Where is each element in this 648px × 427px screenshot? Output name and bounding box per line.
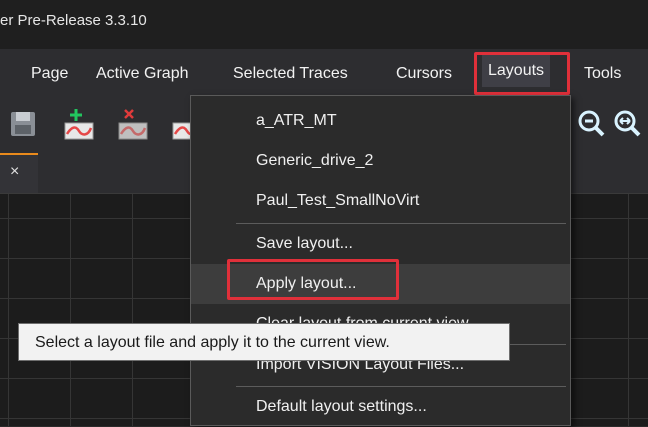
- layouts-dropdown: a_ATR_MT Generic_drive_2 Paul_Test_Small…: [190, 95, 571, 426]
- apply-layout-item[interactable]: Apply layout...: [191, 264, 570, 304]
- menu-tools[interactable]: Tools: [584, 65, 621, 83]
- save-icon[interactable]: [6, 107, 40, 141]
- title-bar: er Pre-Release 3.3.10: [0, 0, 648, 49]
- window-title: er Pre-Release 3.3.10: [0, 12, 147, 29]
- zoom-out-icon[interactable]: [574, 107, 608, 141]
- layout-item-label: Paul_Test_SmallNoVirt: [256, 192, 420, 209]
- menu-layouts[interactable]: Layouts: [482, 55, 551, 87]
- menu-cursors[interactable]: Cursors: [396, 65, 452, 83]
- close-icon[interactable]: ×: [10, 163, 19, 181]
- menu-item-label: Default layout settings...: [256, 398, 427, 415]
- layout-item-label: a_ATR_MT: [256, 112, 337, 129]
- menu-item-label: Save layout...: [256, 235, 353, 252]
- menu-active-graph[interactable]: Active Graph: [96, 65, 188, 83]
- add-trace-icon[interactable]: [62, 107, 96, 141]
- menu-bar: Page Active Graph Selected Traces Cursor…: [0, 49, 648, 95]
- document-tab[interactable]: ×: [0, 153, 38, 193]
- layout-item-a-atr-mt[interactable]: a_ATR_MT: [191, 101, 570, 141]
- layout-item-paul-test[interactable]: Paul_Test_SmallNoVirt: [191, 181, 570, 221]
- layout-item-label: Generic_drive_2: [256, 152, 374, 169]
- tooltip: Select a layout file and apply it to the…: [18, 323, 510, 361]
- menu-item-label: Apply layout...: [256, 275, 357, 292]
- layout-item-generic-drive-2[interactable]: Generic_drive_2: [191, 141, 570, 181]
- save-layout-item[interactable]: Save layout...: [191, 224, 570, 264]
- menu-page[interactable]: Page: [31, 65, 68, 83]
- remove-trace-icon[interactable]: [116, 107, 150, 141]
- zoom-fit-icon[interactable]: [610, 107, 644, 141]
- menu-selected-traces[interactable]: Selected Traces: [233, 65, 348, 83]
- default-layout-settings-item[interactable]: Default layout settings...: [191, 387, 570, 427]
